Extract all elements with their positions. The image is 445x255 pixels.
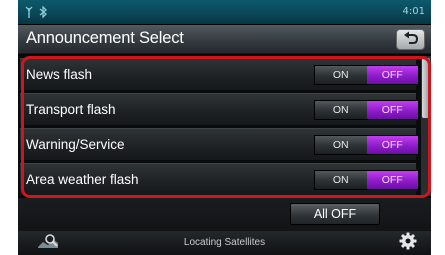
head-unit-screen: 4:01 Announcement Select News flash ON O… — [18, 0, 431, 255]
row-label: News flash — [26, 67, 93, 82]
status-bar: 4:01 — [18, 0, 431, 24]
off-option[interactable]: OFF — [366, 171, 418, 189]
on-off-toggle: ON OFF — [314, 65, 419, 85]
page-header: Announcement Select — [18, 25, 431, 54]
on-off-toggle: ON OFF — [314, 100, 419, 120]
gps-status-text: Locating Satellites — [183, 237, 266, 248]
on-off-toggle: ON OFF — [314, 170, 419, 190]
off-option[interactable]: OFF — [366, 101, 418, 119]
list-item: Transport flash ON OFF — [20, 93, 419, 126]
off-option[interactable]: OFF — [366, 136, 418, 154]
all-off-button[interactable]: All OFF — [290, 203, 380, 225]
scrollbar[interactable] — [421, 56, 431, 196]
antenna-icon — [24, 5, 34, 23]
announcement-list: News flash ON OFF Transport flash ON OFF… — [18, 56, 431, 196]
page-title: Announcement Select — [26, 29, 184, 47]
on-option[interactable]: ON — [315, 171, 367, 189]
row-label: Warning/Service — [26, 137, 125, 152]
scroll-thumb[interactable] — [422, 58, 430, 118]
bottom-panel: All OFF Locating Satellites — [18, 198, 431, 255]
list-item: Warning/Service ON OFF — [20, 128, 419, 161]
return-arrow-icon — [403, 30, 419, 49]
back-button[interactable] — [396, 29, 425, 50]
on-option[interactable]: ON — [315, 136, 367, 154]
row-label: Area weather flash — [26, 172, 139, 187]
settings-button[interactable] — [393, 232, 423, 254]
gear-icon — [399, 232, 417, 255]
list-item: Area weather flash ON OFF — [20, 163, 419, 196]
row-label: Transport flash — [26, 102, 116, 117]
list-item: News flash ON OFF — [20, 58, 419, 91]
bluetooth-icon — [38, 5, 48, 23]
on-option[interactable]: ON — [315, 66, 367, 84]
off-option[interactable]: OFF — [366, 66, 418, 84]
clock: 4:01 — [402, 6, 425, 17]
nav-bar: Locating Satellites — [18, 231, 431, 255]
on-off-toggle: ON OFF — [314, 135, 419, 155]
on-option[interactable]: ON — [315, 101, 367, 119]
